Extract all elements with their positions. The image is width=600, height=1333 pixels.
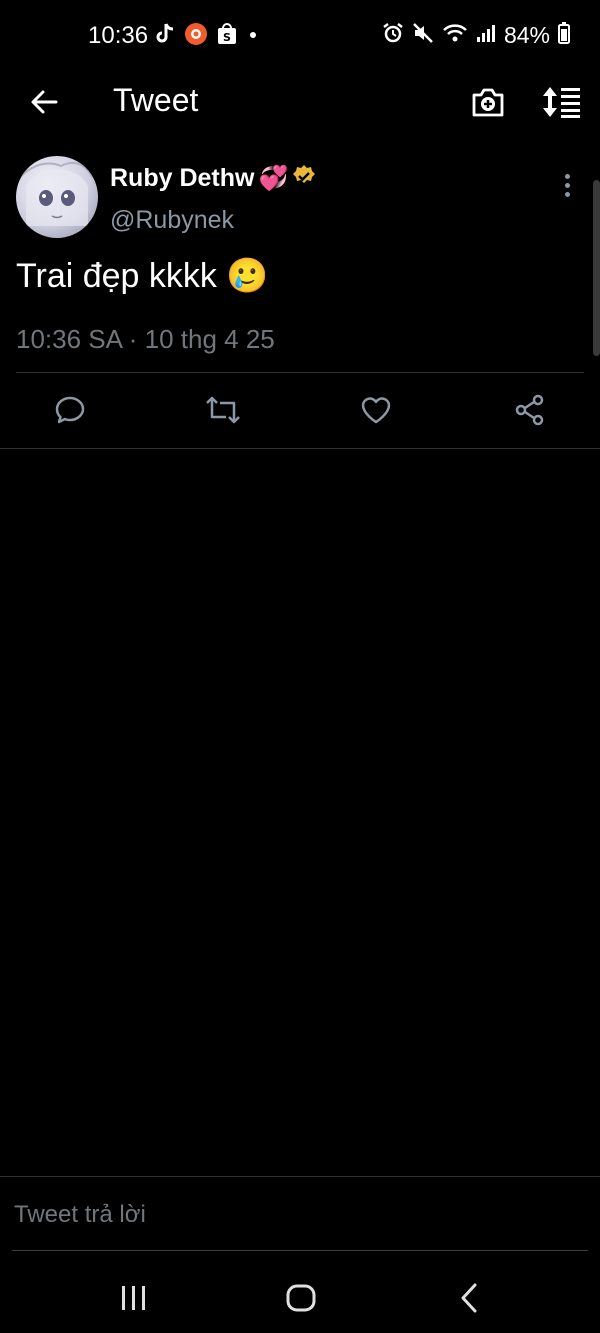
share-button[interactable] xyxy=(510,390,550,430)
retweet-button[interactable] xyxy=(203,390,243,430)
battery-icon xyxy=(558,22,570,49)
svg-text:S: S xyxy=(223,31,231,44)
avatar[interactable] xyxy=(16,156,98,238)
wifi-icon xyxy=(442,22,468,49)
page-title: Tweet xyxy=(113,82,199,118)
scrollbar[interactable] xyxy=(593,180,600,356)
camera-button[interactable] xyxy=(466,82,510,122)
author-name-row[interactable]: Ruby Dethw 💞 xyxy=(110,164,316,193)
author-name: Ruby Dethw xyxy=(110,164,255,192)
status-right-icons: 84% xyxy=(382,22,570,49)
top-app-bar: Tweet xyxy=(0,70,600,132)
more-dot-icon xyxy=(564,173,570,179)
camera-add-icon xyxy=(472,88,504,117)
system-back-button[interactable] xyxy=(444,1278,494,1318)
reply-input[interactable] xyxy=(12,1194,576,1236)
status-bar: 10:36 S 84% xyxy=(0,0,600,70)
retweet-icon xyxy=(206,396,240,424)
reply-bar xyxy=(0,1176,600,1252)
like-icon xyxy=(361,397,391,424)
tweet-actions xyxy=(0,390,600,430)
chevron-left-icon xyxy=(461,1283,477,1313)
shop-icon: S xyxy=(216,22,238,51)
two-hearts-emoji: 💞 xyxy=(258,164,289,192)
status-left-icons: S xyxy=(154,22,260,51)
sort-icon xyxy=(543,87,580,118)
system-nav-bar xyxy=(0,1260,600,1333)
recorder-icon xyxy=(184,22,208,51)
signal-icon xyxy=(476,22,496,49)
divider xyxy=(0,1176,600,1177)
back-arrow-icon xyxy=(31,90,58,114)
more-dot-icon xyxy=(564,191,570,197)
battery-percent: 84% xyxy=(503,22,550,48)
sort-button[interactable] xyxy=(540,82,584,122)
like-button[interactable] xyxy=(356,390,396,430)
divider xyxy=(0,448,600,449)
reply-icon xyxy=(55,396,85,424)
back-button[interactable] xyxy=(24,82,64,122)
share-icon xyxy=(515,394,544,426)
author-handle[interactable]: @Rubynek xyxy=(110,206,234,235)
reply-underline xyxy=(12,1250,588,1251)
home-button[interactable] xyxy=(276,1278,326,1318)
verified-badge-icon xyxy=(292,164,316,193)
more-options-button[interactable] xyxy=(556,170,578,200)
reply-button[interactable] xyxy=(50,390,90,430)
more-dot-icon xyxy=(564,182,570,188)
status-time: 10:36 xyxy=(88,22,149,49)
dot-icon xyxy=(246,22,260,51)
recent-apps-button[interactable] xyxy=(109,1278,159,1318)
recent-apps-icon xyxy=(122,1286,145,1310)
tweet-text: Trai đẹp kkkk 🥲 xyxy=(16,257,269,295)
tiktok-icon xyxy=(154,22,176,51)
divider xyxy=(16,372,584,373)
mute-icon xyxy=(412,22,434,49)
alarm-icon xyxy=(382,22,404,49)
tweet-timestamp: 10:36 SA · 10 thg 4 25 xyxy=(16,324,275,354)
home-icon xyxy=(286,1284,316,1312)
